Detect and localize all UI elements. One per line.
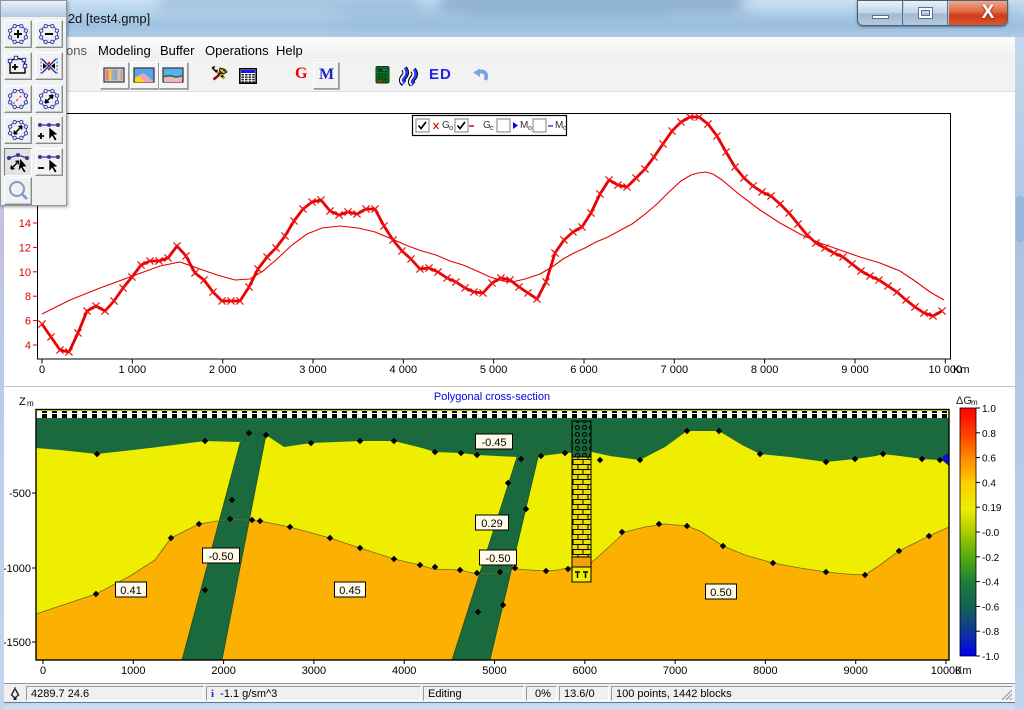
svg-text:0.6: 0.6: [982, 454, 996, 465]
svg-text:4: 4: [25, 340, 31, 352]
svg-text:0.41: 0.41: [120, 585, 141, 597]
svg-text:6000: 6000: [573, 665, 597, 677]
svg-text:Km: Km: [953, 364, 970, 376]
svg-text:Z: Z: [19, 396, 26, 408]
svg-text:-1500: -1500: [3, 637, 31, 649]
svg-text:6: 6: [25, 316, 31, 328]
svg-text:-0.2: -0.2: [982, 553, 1000, 564]
svg-text:3000: 3000: [302, 665, 326, 677]
svg-text:8000: 8000: [753, 665, 777, 677]
svg-text:Polygonal cross-section: Polygonal cross-section: [434, 391, 550, 403]
svg-text:4 000: 4 000: [390, 364, 418, 376]
svg-text:1000: 1000: [121, 665, 145, 677]
svg-text:c: c: [490, 125, 494, 132]
svg-text:-0.4: -0.4: [982, 578, 1000, 589]
svg-text:c: c: [563, 125, 567, 132]
svg-text:14: 14: [19, 218, 31, 230]
svg-text:0: 0: [40, 665, 46, 677]
svg-text:4000: 4000: [392, 665, 416, 677]
svg-text:10: 10: [19, 267, 31, 279]
svg-text:-0.6: -0.6: [982, 602, 1000, 613]
svg-text:m: m: [971, 398, 978, 407]
svg-text:2000: 2000: [211, 665, 235, 677]
svg-text:-500: -500: [9, 488, 31, 500]
svg-text:3 000: 3 000: [299, 364, 327, 376]
svg-text:m: m: [27, 399, 34, 408]
svg-text:1 000: 1 000: [119, 364, 147, 376]
svg-text:5000: 5000: [482, 665, 506, 677]
svg-text:7000: 7000: [663, 665, 687, 677]
svg-text:-0.50: -0.50: [485, 553, 510, 565]
svg-text:-0.50: -0.50: [208, 551, 233, 563]
svg-text:5 000: 5 000: [480, 364, 508, 376]
svg-text:0.4: 0.4: [982, 478, 996, 489]
svg-text:0.8: 0.8: [982, 429, 996, 440]
svg-text:0.50: 0.50: [710, 587, 731, 599]
svg-text:0.29: 0.29: [481, 518, 502, 530]
svg-text:Km: Km: [955, 665, 972, 677]
svg-text:o: o: [528, 125, 532, 132]
svg-text:12: 12: [19, 242, 31, 254]
svg-text:8 000: 8 000: [751, 364, 779, 376]
svg-text:-1.0: -1.0: [982, 652, 1000, 663]
svg-text:7 000: 7 000: [661, 364, 689, 376]
svg-text:0.19: 0.19: [982, 503, 1002, 514]
svg-text:9 000: 9 000: [841, 364, 869, 376]
svg-text:-0.8: -0.8: [982, 627, 1000, 638]
svg-text:-0.45: -0.45: [481, 437, 506, 449]
svg-text:1.0: 1.0: [982, 404, 996, 415]
svg-text:0: 0: [39, 364, 45, 376]
svg-text:-0.0: -0.0: [982, 528, 1000, 539]
svg-text:8: 8: [25, 291, 31, 303]
svg-text:6 000: 6 000: [570, 364, 598, 376]
svg-text:o: o: [449, 123, 453, 132]
svg-text:0.45: 0.45: [339, 585, 360, 597]
svg-text:2 000: 2 000: [209, 364, 237, 376]
svg-text:-1000: -1000: [3, 563, 31, 575]
svg-text:9000: 9000: [843, 665, 867, 677]
svg-text:ΔG: ΔG: [956, 395, 972, 407]
